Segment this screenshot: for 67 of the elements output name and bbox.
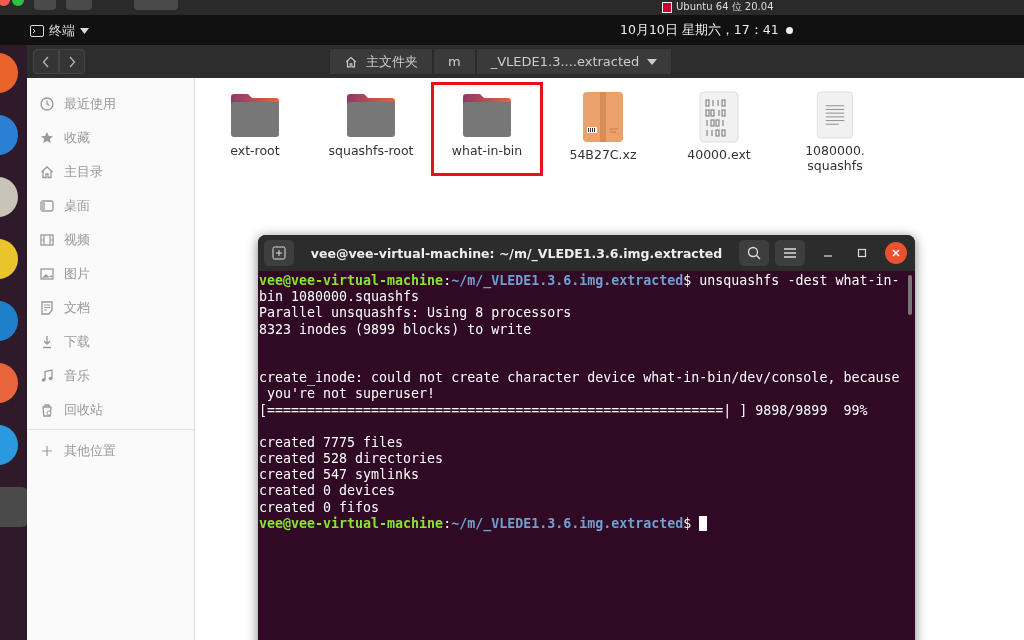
plus-icon <box>272 246 286 260</box>
path-button[interactable]: _VLEDE1.3....extracted <box>475 48 673 75</box>
file-name: what-in-bin <box>451 143 523 158</box>
terminal-icon <box>30 24 44 37</box>
terminal-line: 8323 inodes (9899 blocks) to write <box>259 321 533 338</box>
image-icon <box>39 266 55 282</box>
file-item[interactable]: squashfs-root <box>315 82 427 176</box>
terminal-line: Parallel unsquashfs: Using 8 processors <box>259 305 573 322</box>
desktop-icon <box>39 198 55 214</box>
plus-icon <box>39 443 55 459</box>
clock[interactable]: 10月10日 星期六，17：41 <box>620 22 779 39</box>
terminal-line: created 528 directories <box>259 451 445 468</box>
file-item[interactable]: 54B27C.xz <box>547 82 659 176</box>
new-tab-button[interactable] <box>264 240 294 266</box>
close-icon <box>891 248 901 258</box>
terminal-line: [=========================================================| ] 9898/9899 99% <box>259 402 869 419</box>
film-icon <box>39 232 55 248</box>
terminal-line: create_inode: could not create character device what-in-bin/dev/console, because <box>259 370 901 387</box>
music-note-icon <box>39 368 55 384</box>
search-button[interactable] <box>739 240 769 266</box>
terminal-line: created 0 devices <box>259 483 397 500</box>
path-button[interactable]: m <box>433 48 476 75</box>
host-window-title: Ubuntu 64 位 20.04 <box>662 1 774 13</box>
scrollbar[interactable] <box>908 275 912 315</box>
close-button[interactable] <box>885 242 907 264</box>
folder-icon <box>229 91 281 139</box>
file-name: squashfs-root <box>328 143 414 158</box>
clock-icon <box>39 96 55 112</box>
file-name: 1080000. squashfs <box>805 143 865 173</box>
file-item[interactable]: 40000.ext <box>663 82 775 176</box>
terminal-line: created 0 fifos <box>259 499 381 516</box>
caret-icon <box>80 27 89 34</box>
terminal-line: vee@vee-virtual-machine:~/m/_VLEDE1.3.6.img.extracted$ <box>259 515 915 532</box>
window-title: vee@vee-virtual-machine: ~/m/_VLEDE1.3.6.img.extracted <box>309 245 724 261</box>
terminal-line: created 547 symlinks <box>259 467 421 484</box>
terminal-line: vee@vee-virtual-machine:~/m/_VLEDE1.3.6.img.extracted$ unsquashfs -dest what-in- <box>259 273 901 290</box>
package-icon <box>582 91 624 143</box>
file-name: ext-root <box>230 143 280 158</box>
document-icon <box>39 300 55 316</box>
trash-icon <box>39 402 55 418</box>
menu-icon <box>784 248 796 258</box>
file-name: 54B27C.xz <box>569 147 637 162</box>
file-name: 40000.ext <box>687 147 751 162</box>
terminal-line: bin 1080000.squashfs <box>259 289 421 306</box>
menu-button[interactable] <box>775 240 805 266</box>
home-icon <box>39 164 55 180</box>
document-icon <box>815 91 855 139</box>
status-dot-icon[interactable] <box>786 27 793 34</box>
file-item[interactable]: 1080000. squashfs <box>779 82 891 176</box>
path-button[interactable]: 主文件夹 <box>329 48 433 75</box>
folder-icon <box>461 91 513 139</box>
chevron-right-icon <box>68 55 76 68</box>
file-item[interactable]: ext-root <box>199 82 311 176</box>
folder-icon <box>345 91 397 139</box>
back-button[interactable] <box>33 49 59 74</box>
forward-button[interactable] <box>59 49 85 74</box>
chevron-left-icon <box>42 55 50 68</box>
binary-file-icon <box>699 91 739 143</box>
app-menu[interactable]: 终端 <box>30 21 89 40</box>
maximize-icon <box>857 248 867 258</box>
search-icon <box>747 246 761 260</box>
file-item[interactable]: what-in-bin <box>431 82 543 176</box>
terminal-line: created 7775 files <box>259 434 405 452</box>
caret-icon <box>647 58 658 65</box>
minimize-icon <box>824 255 832 257</box>
terminal-line: you're not superuser! <box>266 386 437 403</box>
star-icon <box>39 130 55 146</box>
